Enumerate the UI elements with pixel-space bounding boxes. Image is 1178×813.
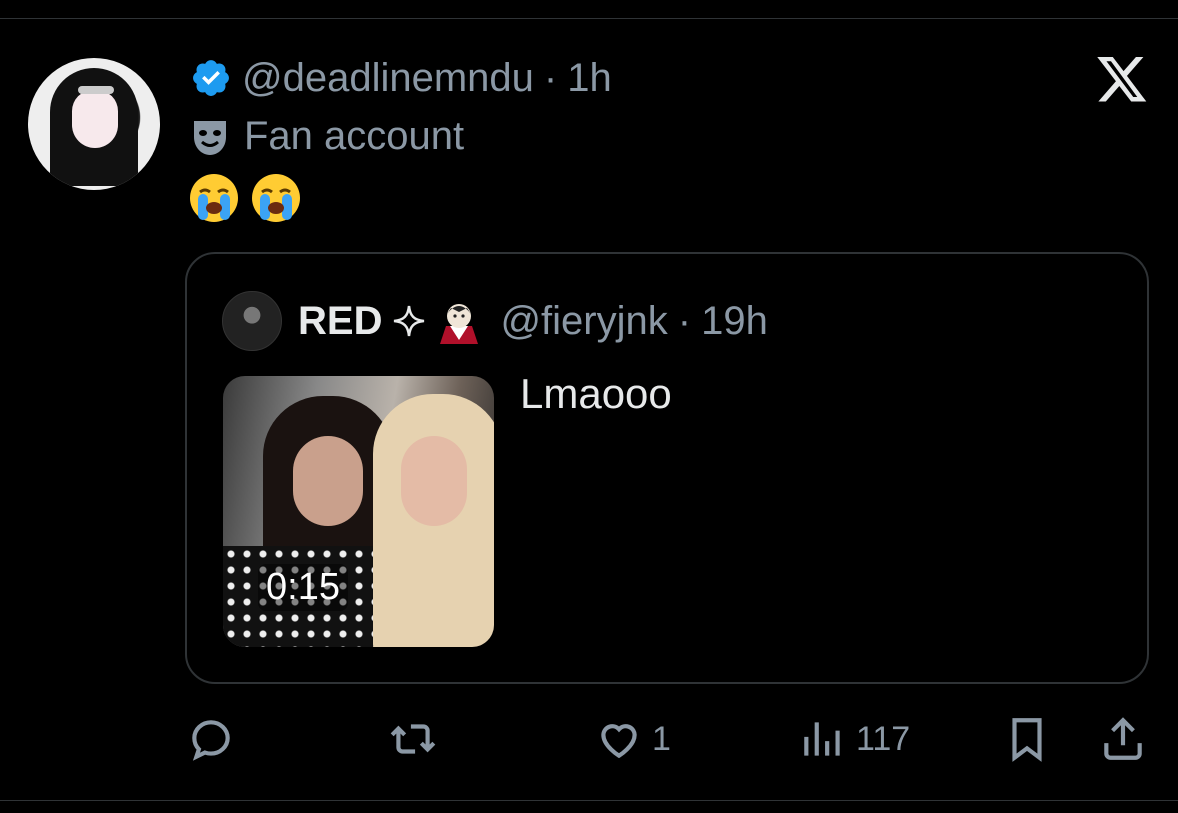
quoted-tweet-header: RED @fieryjnk · 19h xyxy=(222,291,768,351)
account-label: Fan account xyxy=(190,114,464,159)
account-label-text: Fan account xyxy=(244,114,465,158)
quoted-tweet-text: Lmaooo xyxy=(520,370,672,417)
retweet-button[interactable] xyxy=(388,708,446,770)
quoted-time-separator: · xyxy=(677,298,692,343)
x-logo-icon[interactable] xyxy=(1095,52,1149,106)
loudly-crying-face-icon xyxy=(190,174,238,222)
heart-icon xyxy=(601,724,637,759)
quoted-tweet-time[interactable]: 19h xyxy=(701,299,768,344)
views-chart-icon xyxy=(804,722,840,756)
loudly-crying-face-icon xyxy=(252,174,300,222)
quoted-author-handle[interactable]: @fieryjnk xyxy=(500,299,667,344)
reply-button[interactable] xyxy=(186,708,244,770)
theater-mask-icon xyxy=(194,120,226,155)
sparkle-icon xyxy=(394,305,425,337)
bottom-divider xyxy=(0,800,1178,801)
like-count: 1 xyxy=(652,719,671,758)
time-separator: · xyxy=(543,55,558,100)
vampire-icon xyxy=(440,304,479,344)
tweet-text xyxy=(188,172,302,224)
views-count: 117 xyxy=(856,719,911,758)
share-button[interactable] xyxy=(1098,708,1148,770)
views-button[interactable]: 117 xyxy=(798,708,910,770)
quoted-author-avatar[interactable] xyxy=(222,291,282,351)
retweet-icon xyxy=(390,724,436,754)
top-divider xyxy=(0,18,1178,19)
share-icon xyxy=(1104,717,1142,760)
bookmark-icon xyxy=(1012,718,1042,762)
video-duration: 0:15 xyxy=(258,564,348,611)
bookmark-button[interactable] xyxy=(1002,708,1052,770)
reply-icon xyxy=(192,720,230,761)
action-bar: 1 117 xyxy=(0,708,1178,770)
tweet-time[interactable]: 1h xyxy=(567,56,612,101)
tweet-header: @deadlinemndu · 1h xyxy=(190,52,612,104)
like-button[interactable]: 1 xyxy=(594,708,671,770)
quoted-author-name[interactable]: RED xyxy=(298,299,382,344)
author-handle[interactable]: @deadlinemndu xyxy=(242,56,534,101)
author-avatar[interactable] xyxy=(28,58,160,190)
verified-badge-icon xyxy=(193,60,229,96)
